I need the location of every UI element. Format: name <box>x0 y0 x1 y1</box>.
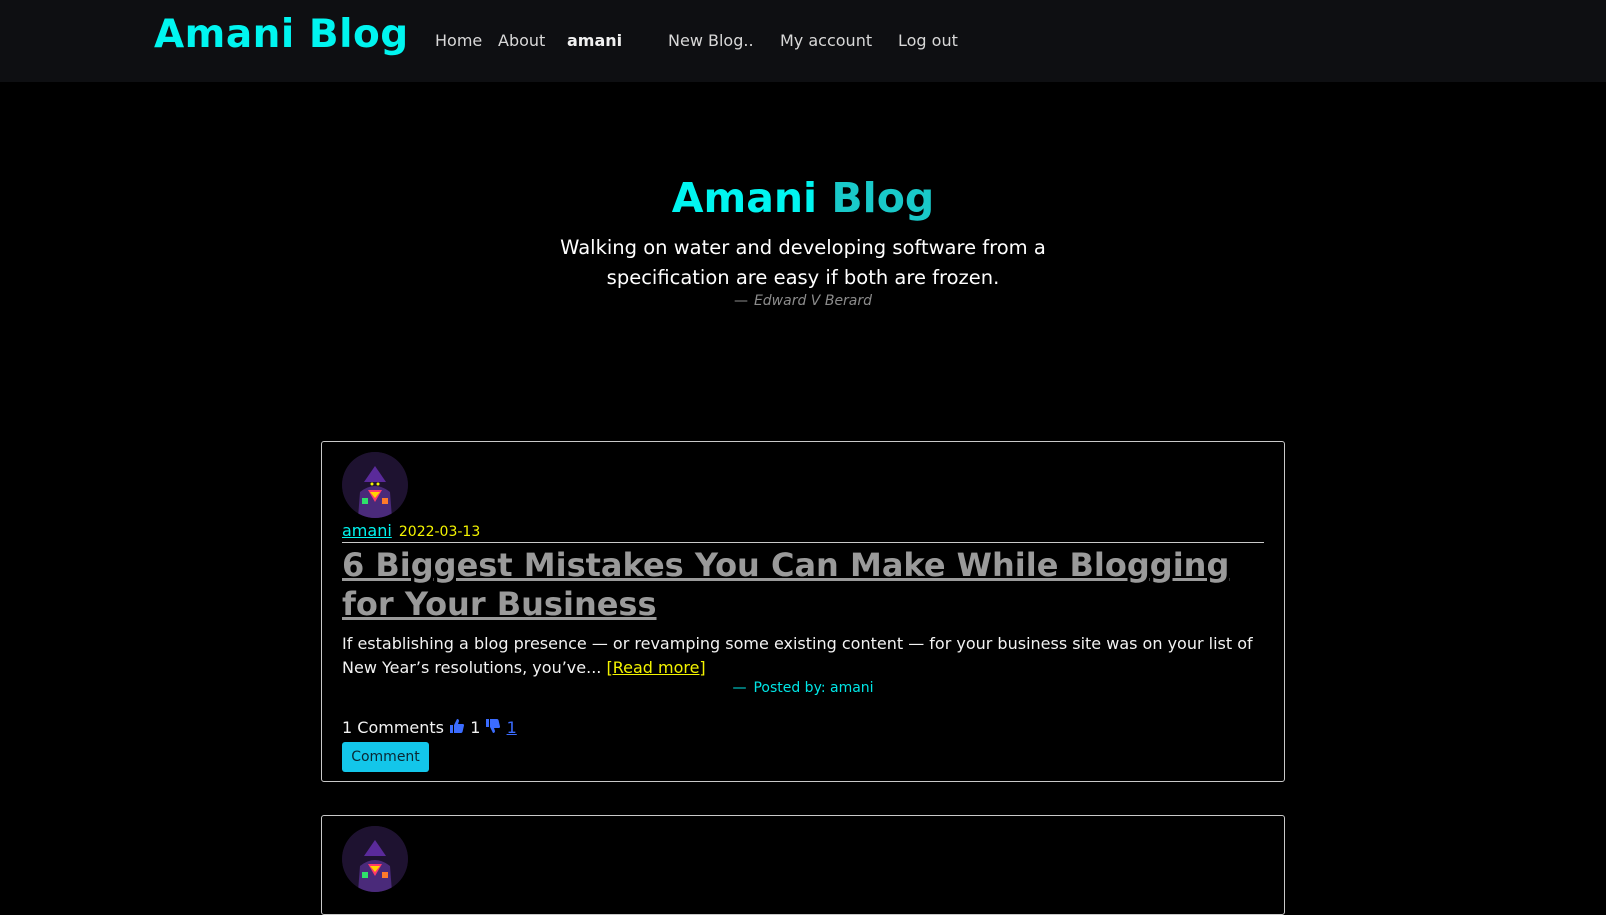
navbar: Amani Blog Home About amani New Blog.. M… <box>0 0 1606 82</box>
post-meta: amani 2022-03-13 <box>342 521 480 540</box>
post-card <box>321 815 1285 915</box>
nav-my-account[interactable]: My account <box>780 31 872 50</box>
nav-home[interactable]: Home <box>435 31 482 50</box>
hero-quote: Walking on water and developing software… <box>560 236 1046 289</box>
post-author-link[interactable]: amani <box>342 521 392 540</box>
quote-dash: — <box>733 293 748 309</box>
post-title-link[interactable]: 6 Biggest Mistakes You Can Make While Bl… <box>342 546 1264 624</box>
read-more-link[interactable]: [Read more] <box>606 658 705 677</box>
hero-title-part2: Blog <box>831 174 935 222</box>
thumbs-down-icon[interactable] <box>485 718 501 734</box>
comment-button[interactable]: Comment <box>342 742 429 772</box>
post-card: amani 2022-03-13 6 Biggest Mistakes You … <box>321 441 1285 782</box>
avatar <box>342 452 408 518</box>
avatar-image <box>342 452 408 518</box>
post-date: 2022-03-13 <box>398 524 481 540</box>
quote-author: — Edward V Berard <box>0 293 1606 309</box>
thumbs-up-icon[interactable] <box>449 718 465 734</box>
nav-new-blog[interactable]: New Blog.. <box>668 31 754 50</box>
comments-count: 1 Comments <box>342 718 444 737</box>
hero-title-part1: Amani <box>671 174 818 222</box>
nav-about[interactable]: About <box>498 31 545 50</box>
likes-count: 1 <box>470 718 481 737</box>
hero-title: Amani Blog <box>0 174 1606 222</box>
posted-by: — Posted by: amani <box>322 680 1284 696</box>
posted-by-dash: — <box>732 680 747 696</box>
avatar <box>342 826 408 892</box>
avatar-image <box>342 826 408 892</box>
post-stats: 1 Comments 1 1 <box>342 718 517 737</box>
divider <box>342 542 1264 543</box>
posted-by-text: Posted by: amani <box>753 680 874 696</box>
post-excerpt: If establishing a blog presence — or rev… <box>342 632 1264 680</box>
quote-author-name: Edward V Berard <box>753 293 873 309</box>
post-excerpt-text: If establishing a blog presence — or rev… <box>342 634 1253 677</box>
dislikes-count[interactable]: 1 <box>507 718 517 737</box>
nav-log-out[interactable]: Log out <box>898 31 958 50</box>
brand-logo[interactable]: Amani Blog <box>154 12 409 57</box>
nav-user[interactable]: amani <box>567 31 622 50</box>
